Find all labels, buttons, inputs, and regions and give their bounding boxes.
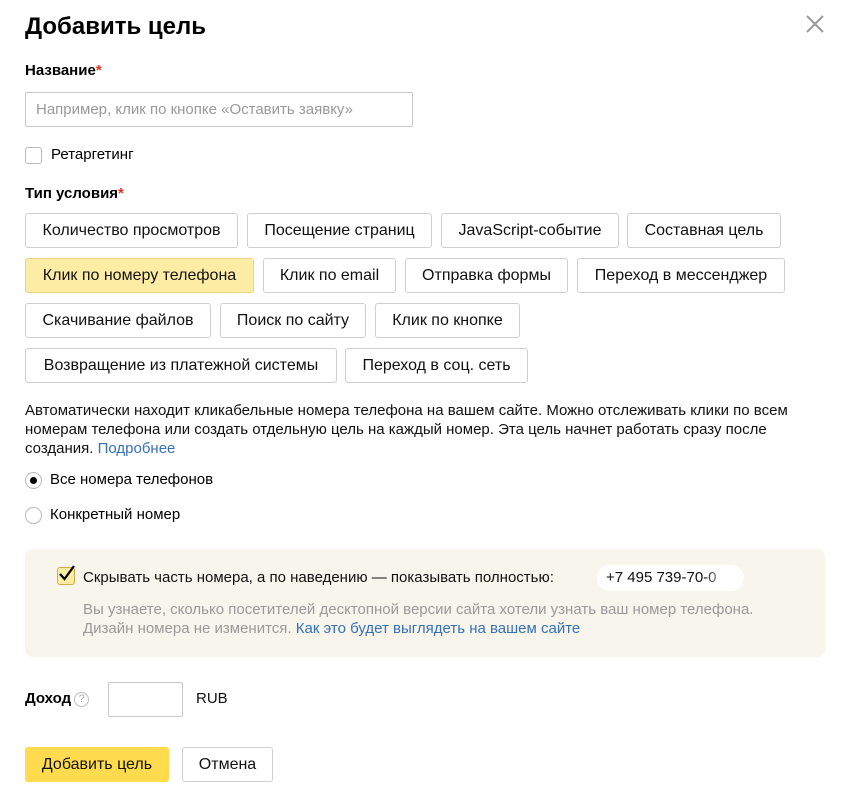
condition-page-visits[interactable]: Посещение страниц: [247, 213, 432, 248]
retargeting-label: Ретаргетинг: [51, 146, 134, 163]
condition-js-event[interactable]: JavaScript-событие: [441, 213, 619, 248]
condition-description: Автоматически находит кликабельные номер…: [25, 402, 788, 457]
hide-number-hint: Вы узнаете, сколько посетителей десктопн…: [83, 601, 754, 637]
more-link[interactable]: Подробнее: [98, 440, 176, 457]
checkbox-box[interactable]: [25, 146, 42, 164]
radio-button[interactable]: [25, 506, 42, 524]
phone-example: +7 495 739-70-0: [597, 565, 744, 591]
help-icon[interactable]: ?: [74, 691, 90, 707]
preview-link[interactable]: Как это будет выглядеть на вашем сайте: [296, 620, 581, 637]
radio-specific-number[interactable]: Конкретный номер: [25, 506, 180, 524]
radio-all-numbers[interactable]: Все номера телефонов: [25, 471, 213, 489]
name-label: Название*: [25, 62, 102, 79]
condition-composite[interactable]: Составная цель: [627, 213, 781, 248]
radio-label: Все номера телефонов: [50, 471, 214, 488]
condition-form-submit[interactable]: Отправка формы: [405, 258, 568, 293]
radio-button[interactable]: [25, 471, 42, 489]
condition-site-search[interactable]: Поиск по сайту: [220, 303, 366, 338]
dialog-title: Добавить цель: [25, 13, 207, 40]
retargeting-checkbox[interactable]: Ретаргетинг: [25, 146, 134, 164]
hide-number-checkbox[interactable]: [57, 565, 75, 585]
goal-name-input[interactable]: [25, 92, 413, 127]
condition-button-click[interactable]: Клик по кнопке: [375, 303, 520, 338]
radio-label: Конкретный номер: [50, 506, 181, 523]
close-icon[interactable]: [803, 12, 827, 36]
currency-label: RUB: [196, 690, 228, 707]
condition-downloads[interactable]: Скачивание файлов: [25, 303, 211, 338]
add-goal-button[interactable]: Добавить цель: [25, 747, 169, 782]
condition-type-label: Тип условия*: [25, 185, 124, 202]
required-mark: *: [118, 185, 124, 202]
condition-phone-click[interactable]: Клик по номеру телефона: [25, 258, 254, 293]
income-label: Доход ?: [25, 690, 90, 708]
checkmark-icon: [59, 565, 75, 581]
required-mark: *: [95, 62, 102, 79]
condition-social[interactable]: Переход в соц. сеть: [345, 348, 528, 383]
condition-payment-return[interactable]: Возвращение из платежной системы: [25, 348, 337, 383]
condition-views[interactable]: Количество просмотров: [25, 213, 238, 248]
income-input[interactable]: [108, 682, 183, 717]
cancel-button[interactable]: Отмена: [182, 747, 273, 782]
hide-number-label: Скрывать часть номера, а по наведению — …: [83, 569, 554, 586]
condition-email-click[interactable]: Клик по email: [263, 258, 396, 293]
condition-messenger[interactable]: Переход в мессенджер: [577, 258, 785, 293]
